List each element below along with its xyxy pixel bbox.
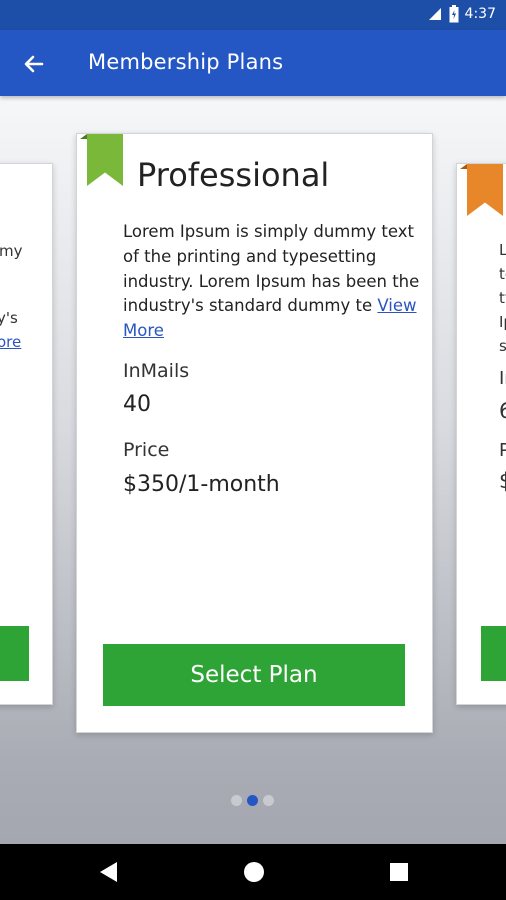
plan-description-text: Lorem Ipsum is simply dummy text of the … bbox=[123, 222, 420, 316]
page-dot-1[interactable] bbox=[231, 795, 242, 806]
bookmark-ribbon-icon bbox=[87, 134, 123, 186]
status-icons: 4:37 bbox=[427, 5, 496, 23]
signal-icon bbox=[428, 8, 441, 20]
page-indicator bbox=[231, 795, 274, 806]
page-dot-3[interactable] bbox=[263, 795, 274, 806]
plan-name: Professional bbox=[137, 156, 330, 194]
card-text-fragment: P bbox=[499, 439, 506, 463]
card-text-fragment: Ip bbox=[499, 313, 506, 331]
arrow-left-icon[interactable] bbox=[18, 48, 50, 80]
page-dot-2-active[interactable] bbox=[247, 795, 258, 806]
bookmark-ribbon-icon bbox=[467, 164, 503, 216]
price-label: Price bbox=[123, 439, 170, 461]
card-text-fragment: my bbox=[0, 242, 23, 260]
card-text-fragment: 6 bbox=[499, 399, 506, 423]
inmails-label: InMails bbox=[123, 360, 190, 382]
select-plan-button[interactable]: Select Plan bbox=[103, 644, 405, 706]
inmails-value: 40 bbox=[123, 392, 151, 417]
back-triangle-icon[interactable] bbox=[98, 860, 120, 884]
price-value: $350/1-month bbox=[123, 472, 280, 497]
plan-card-next[interactable]: L te ty Ip st In 6 P $ bbox=[456, 163, 506, 705]
recents-square-icon[interactable] bbox=[389, 862, 409, 882]
status-bar: 4:37 bbox=[0, 0, 506, 30]
ribbon-fold bbox=[80, 134, 87, 139]
card-text-fragment: $ bbox=[499, 469, 506, 493]
status-time: 4:37 bbox=[464, 6, 496, 22]
card-text-fragment: L bbox=[499, 238, 506, 262]
select-plan-button-previous[interactable] bbox=[0, 626, 29, 681]
page-title: Membership Plans bbox=[88, 50, 284, 74]
card-text-fragment: st bbox=[499, 334, 506, 358]
select-plan-button-next[interactable] bbox=[481, 626, 506, 681]
home-circle-icon[interactable] bbox=[242, 860, 266, 884]
plan-card-previous[interactable]: my y's ore bbox=[0, 163, 53, 705]
system-navigation-bar bbox=[0, 844, 506, 900]
ribbon-fold bbox=[460, 164, 467, 169]
battery-icon bbox=[449, 5, 459, 23]
app-bar: Membership Plans bbox=[0, 30, 506, 96]
card-text-fragment: y's bbox=[0, 309, 18, 327]
card-text-fragment: te bbox=[499, 265, 506, 283]
card-text-fragment: ty bbox=[499, 289, 506, 307]
card-link-fragment[interactable]: ore bbox=[0, 330, 21, 354]
plan-card-professional: Professional Lorem Ipsum is simply dummy… bbox=[76, 133, 433, 733]
card-text-fragment: In bbox=[499, 368, 506, 389]
plan-description: Lorem Ipsum is simply dummy text of the … bbox=[123, 220, 423, 344]
